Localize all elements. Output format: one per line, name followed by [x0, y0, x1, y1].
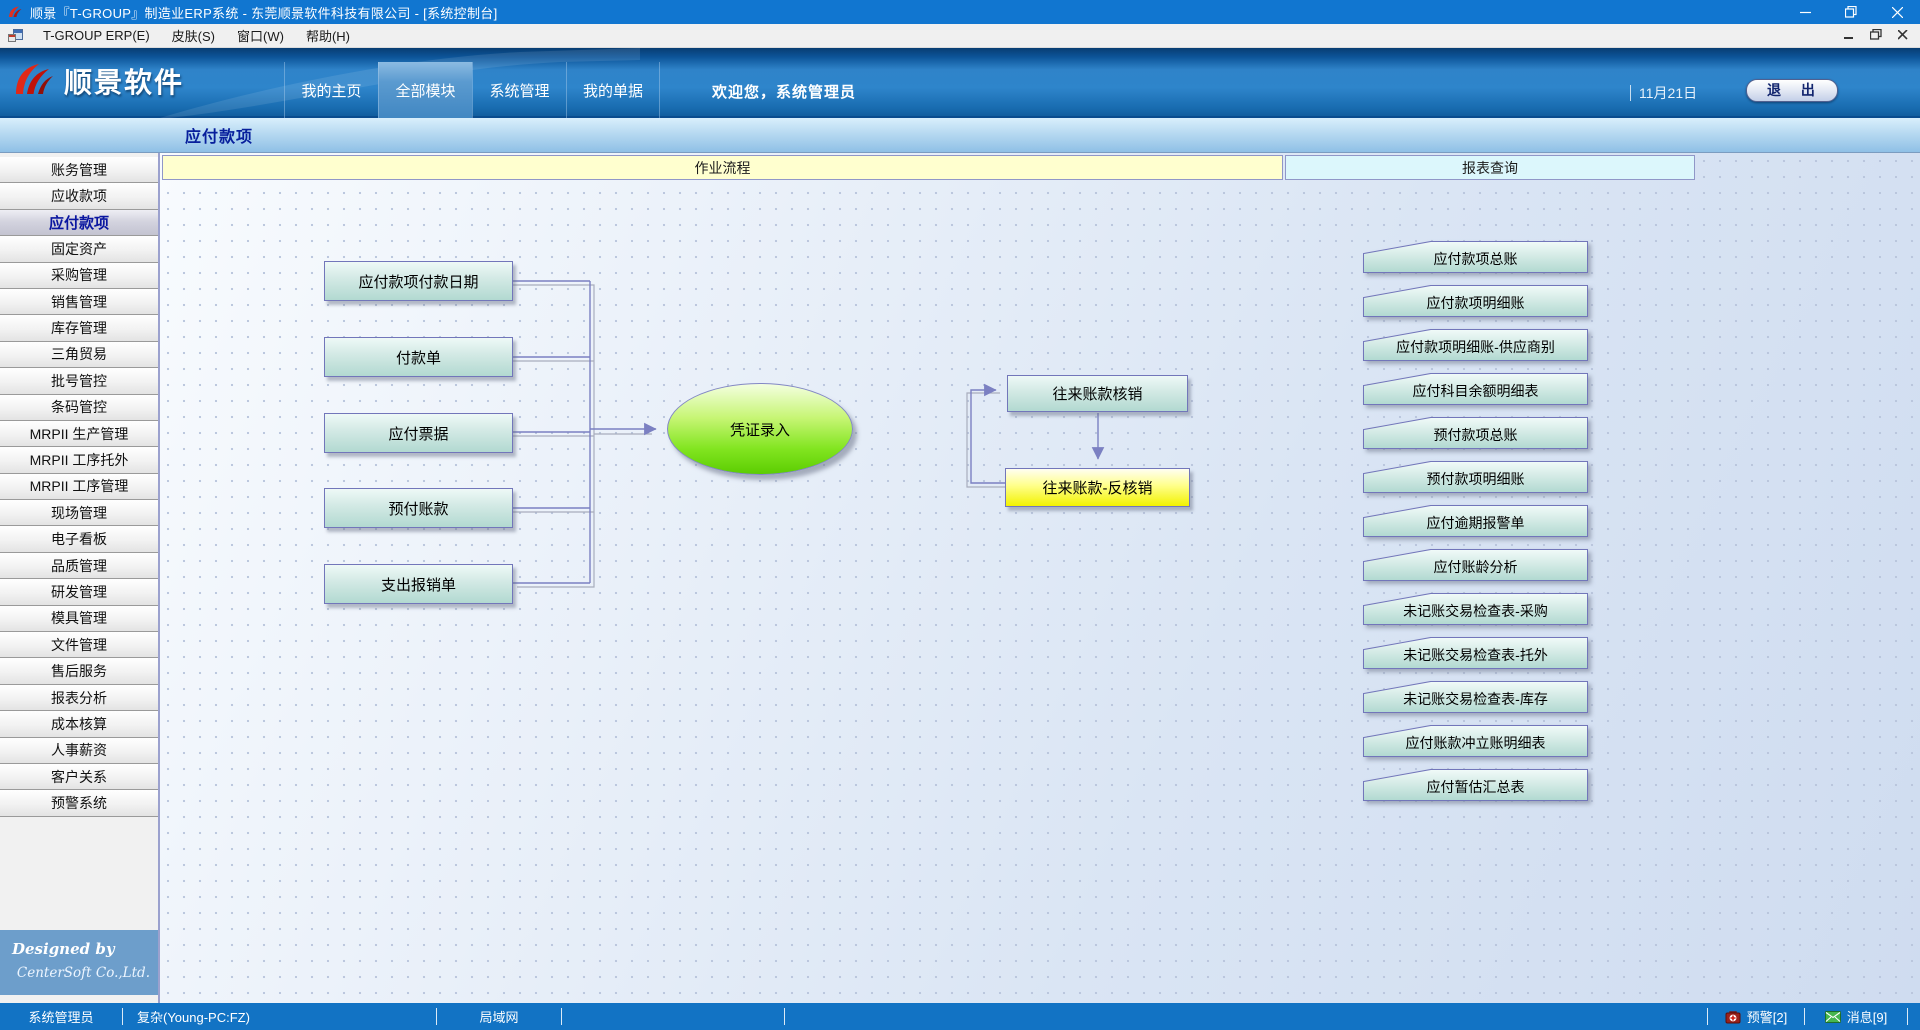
child-window-icon [8, 29, 24, 43]
status-separator [784, 1008, 785, 1025]
erp-application-window: 顺景『T-GROUP』制造业ERP系统 - 东莞顺景软件科技有限公司 - [系统… [0, 0, 1920, 1030]
date-display: 11月21日 [1630, 83, 1697, 103]
report-button-offset-detail[interactable]: 应付账款冲立账明细表 [1363, 725, 1588, 757]
app-header: 顺景软件 我的主页 全部模块 系统管理 我的单据 欢迎您，系统管理员 11月21… [0, 48, 1920, 118]
sidebar-item[interactable]: 三角贸易 [0, 342, 158, 368]
status-tail [1908, 1003, 1920, 1030]
sidebar-item[interactable]: 品质管理 [0, 553, 158, 579]
section-tab-reports[interactable]: 报表查询 [1285, 155, 1695, 180]
flow-node-payment-date[interactable]: 应付款项付款日期 [324, 261, 513, 301]
report-button-payable-general-ledger[interactable]: 应付款项总账 [1363, 241, 1588, 273]
sidebar-item[interactable]: MRPII 工序管理 [0, 474, 158, 500]
report-button-payable-detail-ledger[interactable]: 应付款项明细账 [1363, 285, 1588, 317]
status-network: 局域网 [437, 1003, 561, 1030]
flow-node-verify[interactable]: 往来账款核销 [1007, 375, 1188, 412]
sidebar-item[interactable]: 客户关系 [0, 764, 158, 790]
app-logo-icon [6, 3, 24, 21]
window-title: 顺景『T-GROUP』制造业ERP系统 - 东莞顺景软件科技有限公司 - [系统… [30, 3, 497, 22]
menu-bar: T-GROUP ERP(E) 皮肤(S) 窗口(W) 帮助(H) [0, 24, 1920, 48]
menu-tgroup-erp[interactable]: T-GROUP ERP(E) [32, 24, 161, 48]
workflow-canvas: 作业流程 报表查询 [160, 153, 1920, 1003]
sidebar-item[interactable]: 采购管理 [0, 263, 158, 289]
designed-by-line1: Designed by [12, 940, 158, 958]
sidebar-item[interactable]: 人事薪资 [0, 738, 158, 764]
tab-my-home[interactable]: 我的主页 [284, 62, 378, 118]
report-button-overdue-alert[interactable]: 应付逾期报警单 [1363, 505, 1588, 537]
status-bar: 系统管理员 复杂(Young-PC:FZ) 局域网 预警[2] 消息[9] [0, 1003, 1920, 1030]
tab-all-modules[interactable]: 全部模块 [378, 62, 472, 118]
report-button-prepaid-general-ledger[interactable]: 预付款项总账 [1363, 417, 1588, 449]
report-button-estimate-summary[interactable]: 应付暂估汇总表 [1363, 769, 1588, 801]
sidebar-item[interactable]: 条码管控 [0, 395, 158, 421]
status-alerts[interactable]: 预警[2] [1708, 1003, 1804, 1030]
logout-button[interactable]: 退 出 [1746, 79, 1838, 102]
page-title: 应付款项 [185, 123, 253, 147]
date-separator [1630, 85, 1631, 101]
menu-window[interactable]: 窗口(W) [226, 24, 295, 48]
envelope-icon [1825, 1011, 1841, 1023]
menu-help[interactable]: 帮助(H) [295, 24, 361, 48]
status-user: 系统管理员 [0, 1003, 122, 1030]
first-aid-icon [1725, 1010, 1741, 1024]
sidebar-item[interactable]: 库存管理 [0, 315, 158, 341]
report-button-unposted-check-inventory[interactable]: 未记账交易检查表-库存 [1363, 681, 1588, 713]
menu-skin[interactable]: 皮肤(S) [161, 24, 226, 48]
status-workstation: 复杂(Young-PC:FZ) [123, 1003, 436, 1030]
designed-by-box: Designed by CenterSoft Co.,Ltd. [0, 930, 158, 995]
sidebar-item[interactable]: 固定资产 [0, 236, 158, 262]
flow-node-unverify[interactable]: 往来账款-反核销 [1005, 468, 1190, 507]
title-bar: 顺景『T-GROUP』制造业ERP系统 - 东莞顺景软件科技有限公司 - [系统… [0, 0, 1920, 24]
report-button-payable-account-balance[interactable]: 应付科目余额明细表 [1363, 373, 1588, 405]
report-button-unposted-check-purchase[interactable]: 未记账交易检查表-采购 [1363, 593, 1588, 625]
child-restore-button[interactable] [1870, 28, 1882, 43]
sidebar-item[interactable]: 销售管理 [0, 289, 158, 315]
child-close-button[interactable] [1898, 28, 1908, 43]
report-button-payable-detail-by-supplier[interactable]: 应付款项明细账-供应商别 [1363, 329, 1588, 361]
status-messages[interactable]: 消息[9] [1805, 1003, 1907, 1030]
sidebar-item[interactable]: 账务管理 [0, 157, 158, 183]
sidebar-item[interactable]: 批号管控 [0, 368, 158, 394]
sidebar-item[interactable]: 应收款项 [0, 183, 158, 209]
report-button-aging-analysis[interactable]: 应付账龄分析 [1363, 549, 1588, 581]
report-button-prepaid-detail-ledger[interactable]: 预付款项明细账 [1363, 461, 1588, 493]
minimize-button[interactable] [1782, 0, 1828, 24]
report-button-unposted-check-outsourcing[interactable]: 未记账交易检查表-托外 [1363, 637, 1588, 669]
tab-my-documents[interactable]: 我的单据 [566, 62, 660, 118]
module-list: 账务管理 应收款项 应付款项 固定资产 采购管理 销售管理 库存管理 三角贸易 … [0, 153, 158, 817]
close-button[interactable] [1874, 0, 1920, 24]
welcome-text: 欢迎您，系统管理员 [712, 81, 856, 102]
main-nav-tabs: 我的主页 全部模块 系统管理 我的单据 [284, 62, 660, 118]
sidebar-item[interactable]: 模具管理 [0, 606, 158, 632]
sidebar-item[interactable]: 预警系统 [0, 790, 158, 816]
sidebar-item[interactable]: 报表分析 [0, 685, 158, 711]
sidebar-item[interactable]: MRPII 工序托外 [0, 447, 158, 473]
restore-button[interactable] [1828, 0, 1874, 24]
tab-system-management[interactable]: 系统管理 [472, 62, 566, 118]
sidebar-item-selected[interactable]: 应付款项 [0, 210, 158, 236]
brand-name: 顺景软件 [64, 61, 184, 101]
sidebar-item[interactable]: 电子看板 [0, 526, 158, 552]
flow-node-prepayment[interactable]: 预付账款 [324, 488, 513, 528]
brand-swoosh-icon [12, 60, 56, 102]
module-sidebar: 账务管理 应收款项 应付款项 固定资产 采购管理 销售管理 库存管理 三角贸易 … [0, 153, 160, 1003]
module-title-bar: 应付款项 [0, 118, 1920, 153]
sidebar-item[interactable]: 文件管理 [0, 632, 158, 658]
sidebar-item[interactable]: MRPII 生产管理 [0, 421, 158, 447]
designed-by-line2: CenterSoft Co.,Ltd. [0, 965, 150, 981]
brand-logo: 顺景软件 [12, 60, 184, 102]
flow-node-payable-notes[interactable]: 应付票据 [324, 413, 513, 453]
sidebar-item[interactable]: 现场管理 [0, 500, 158, 526]
status-empty-cell [562, 1003, 784, 1030]
flow-node-expense-report[interactable]: 支出报销单 [324, 564, 513, 604]
sidebar-item[interactable]: 成本核算 [0, 711, 158, 737]
sidebar-item[interactable]: 售后服务 [0, 658, 158, 684]
child-minimize-button[interactable] [1844, 28, 1854, 43]
sidebar-item[interactable]: 研发管理 [0, 579, 158, 605]
section-tab-workflow[interactable]: 作业流程 [162, 155, 1283, 180]
flow-node-payment-slip[interactable]: 付款单 [324, 337, 513, 377]
flow-node-voucher-entry[interactable]: 凭证录入 [667, 383, 853, 475]
